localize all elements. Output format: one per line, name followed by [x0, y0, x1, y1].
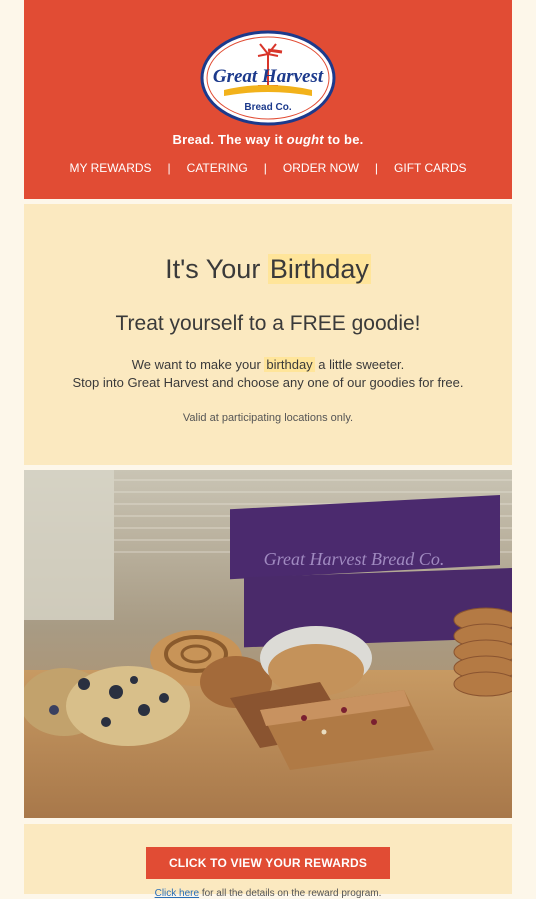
- svg-text:Great Harvest Bread Co.: Great Harvest Bread Co.: [264, 549, 445, 569]
- goodies-image: Great Harvest Bread Co.: [24, 470, 512, 818]
- nav-separator: |: [167, 161, 171, 175]
- top-nav: MY REWARDS | CATERING | ORDER NOW | GIFT…: [24, 160, 512, 176]
- offer-subtitle: Treat yourself to a FREE goodie!: [115, 312, 421, 335]
- nav-order-now[interactable]: ORDER NOW: [283, 161, 359, 175]
- birthday-intro: It's Your Birthday Treat yourself to a F…: [24, 204, 512, 465]
- great-harvest-logo[interactable]: Great Harvest Bread Co.: [200, 30, 336, 126]
- goodies-photo: Great Harvest Bread Co.: [24, 470, 512, 818]
- nav-catering[interactable]: CATERING: [187, 161, 248, 175]
- page-title: It's Your Birthday: [165, 254, 371, 284]
- cta-section: CLICK TO VIEW YOUR REWARDS Click here fo…: [24, 824, 512, 899]
- nav-separator: |: [374, 161, 379, 175]
- nav-gift-cards[interactable]: GIFT CARDS: [394, 161, 466, 175]
- tagline: Bread. The way it ought to be.: [172, 132, 364, 147]
- nav-my-rewards[interactable]: MY REWARDS: [70, 161, 152, 175]
- offer-description: We want to make your birthday a little s…: [72, 357, 464, 390]
- header-banner: Great Harvest Bread Co. Bread. The way i…: [24, 0, 512, 199]
- svg-text:Great Harvest: Great Harvest: [213, 66, 324, 87]
- svg-text:Bread Co.: Bread Co.: [244, 102, 291, 113]
- nav-separator: |: [263, 161, 267, 175]
- fine-print: Valid at participating locations only.: [182, 412, 354, 424]
- view-rewards-button[interactable]: CLICK TO VIEW YOUR REWARDS: [146, 847, 390, 879]
